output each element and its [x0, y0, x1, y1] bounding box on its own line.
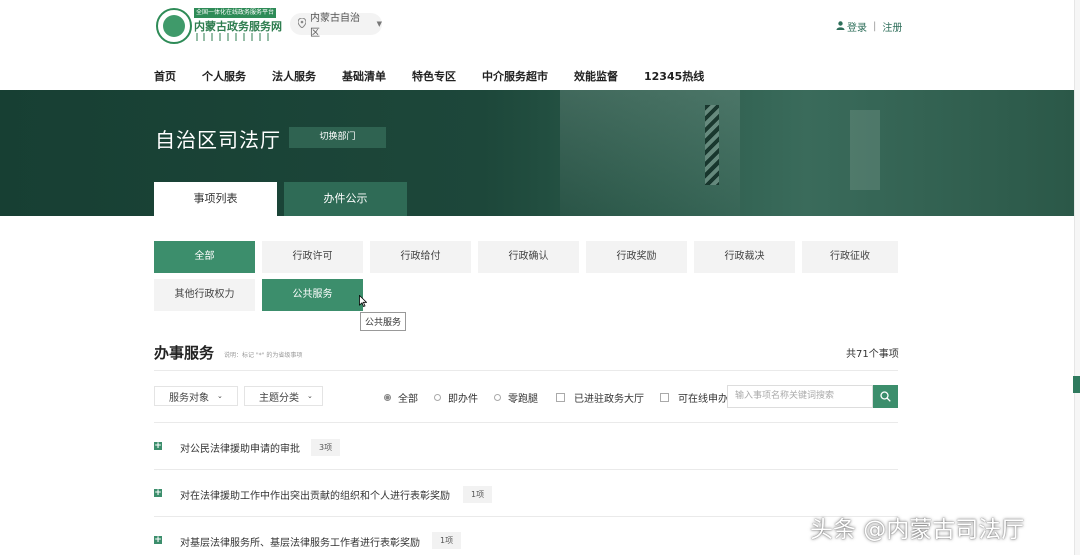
radio-indicator	[384, 394, 391, 401]
category-administrative-levy[interactable]: 行政征收	[802, 241, 898, 273]
nav-item-basic-list[interactable]: 基础清单	[342, 68, 386, 84]
nav-item-personal[interactable]: 个人服务	[202, 68, 246, 84]
search-input[interactable]: 输入事项名称关键词搜索	[727, 385, 873, 408]
switch-department-button[interactable]: 切换部门	[289, 127, 386, 148]
user-icon	[836, 20, 845, 33]
radio-instant[interactable]: 即办件	[434, 390, 478, 405]
watermark: 头条 @内蒙古司法厅	[810, 517, 1025, 543]
checkbox-online-apply[interactable]: 可在线申办	[660, 390, 728, 405]
service-target-dropdown[interactable]: 服务对象 ⌄	[154, 386, 238, 406]
radio-label: 全部	[398, 394, 418, 405]
search-icon	[880, 391, 891, 402]
register-link[interactable]: 注册	[882, 19, 902, 34]
site-logo[interactable]	[156, 8, 192, 44]
filter-options: 全部 即办件 零跑腿 已进驻政务大厅 可在线申办	[384, 390, 744, 405]
dropdown-label: 主题分类	[259, 392, 299, 404]
checkbox-indicator	[660, 393, 669, 402]
hover-tooltip: 公共服务	[360, 312, 407, 331]
right-edge-panel	[1074, 0, 1080, 555]
auth-separator: |	[873, 21, 877, 32]
category-administrative-payment[interactable]: 行政给付	[370, 241, 471, 273]
nav-item-supervision[interactable]: 效能监督	[574, 68, 618, 84]
category-other-powers[interactable]: 其他行政权力	[154, 279, 255, 311]
radio-label: 零跑腿	[508, 394, 538, 405]
radio-indicator	[494, 394, 501, 401]
radio-indicator	[434, 394, 441, 401]
checkbox-indicator	[556, 393, 565, 402]
category-administrative-ruling[interactable]: 行政裁决	[694, 241, 795, 273]
radio-all[interactable]: 全部	[384, 390, 418, 405]
category-administrative-license[interactable]: 行政许可	[262, 241, 363, 273]
section-title: 办事服务	[154, 344, 215, 362]
divider	[154, 469, 898, 470]
item-title[interactable]: 对基层法律服务所、基层法律服务工作者进行表彰奖励	[180, 534, 420, 549]
right-edge-marker	[1073, 376, 1080, 393]
nav-item-home[interactable]: 首页	[154, 68, 176, 84]
logo-slogan: 全国一体化在线政务服务平台	[194, 8, 276, 18]
tab-item-list[interactable]: 事项列表	[154, 182, 277, 216]
radio-zero-trip[interactable]: 零跑腿	[494, 390, 538, 405]
main-nav: 首页 个人服务 法人服务 基础清单 特色专区 中介服务超市 效能监督 12345…	[154, 68, 730, 84]
chevron-down-icon: ⌄	[307, 392, 313, 400]
item-count-badge: 1项	[463, 486, 493, 503]
nav-item-featured[interactable]: 特色专区	[412, 68, 456, 84]
department-title: 自治区司法厅	[155, 128, 281, 152]
expand-plus-icon[interactable]: +	[154, 536, 162, 545]
category-public-service[interactable]: 公共服务	[262, 279, 363, 311]
category-administrative-confirmation[interactable]: 行政确认	[478, 241, 579, 273]
category-all[interactable]: 全部	[154, 241, 255, 273]
auth-links: 登录 | 注册	[836, 19, 902, 34]
item-title[interactable]: 对公民法律援助申请的审批	[180, 440, 300, 455]
divider	[154, 370, 898, 371]
dropdown-label: 服务对象	[169, 392, 209, 404]
banner-tie-decoration	[705, 105, 719, 185]
divider	[154, 516, 898, 517]
section-note: 说明：标记 "*" 的为省级事项	[224, 352, 303, 359]
logo-emblem	[163, 15, 185, 37]
location-pin-icon	[297, 16, 307, 31]
banner-figure-decoration	[850, 110, 880, 190]
tab-case-publicity[interactable]: 办件公示	[284, 182, 407, 216]
checkbox-in-hall[interactable]: 已进驻政务大厅	[556, 390, 644, 405]
checkbox-label: 已进驻政务大厅	[574, 394, 644, 405]
item-title[interactable]: 对在法律援助工作中作出突出贡献的组织和个人进行表彰奖励	[180, 487, 450, 502]
item-total-count: 共71个事项	[846, 349, 899, 360]
checkbox-label: 可在线申办	[678, 394, 728, 405]
search-button[interactable]	[873, 385, 898, 408]
nav-item-legal-person[interactable]: 法人服务	[272, 68, 316, 84]
mongolian-script-decoration	[196, 33, 269, 41]
caret-down-icon: ▼	[376, 20, 382, 28]
category-administrative-reward[interactable]: 行政奖励	[586, 241, 687, 273]
radio-label: 即办件	[448, 394, 478, 405]
divider	[154, 422, 898, 423]
location-selector[interactable]: 内蒙古自治区 ▼	[290, 13, 382, 39]
topic-category-dropdown[interactable]: 主题分类 ⌄	[244, 386, 323, 406]
item-count-badge: 3项	[311, 439, 341, 456]
nav-item-hotline[interactable]: 12345热线	[644, 68, 704, 84]
item-count-badge: 1项	[432, 532, 462, 549]
login-link[interactable]: 登录	[847, 19, 867, 34]
nav-item-intermediary[interactable]: 中介服务超市	[482, 68, 548, 84]
location-label: 内蒙古自治区	[310, 13, 360, 39]
chevron-down-icon: ⌄	[217, 392, 223, 400]
expand-plus-icon[interactable]: +	[154, 442, 162, 451]
expand-plus-icon[interactable]: +	[154, 489, 162, 498]
mouse-cursor-icon	[359, 295, 367, 307]
